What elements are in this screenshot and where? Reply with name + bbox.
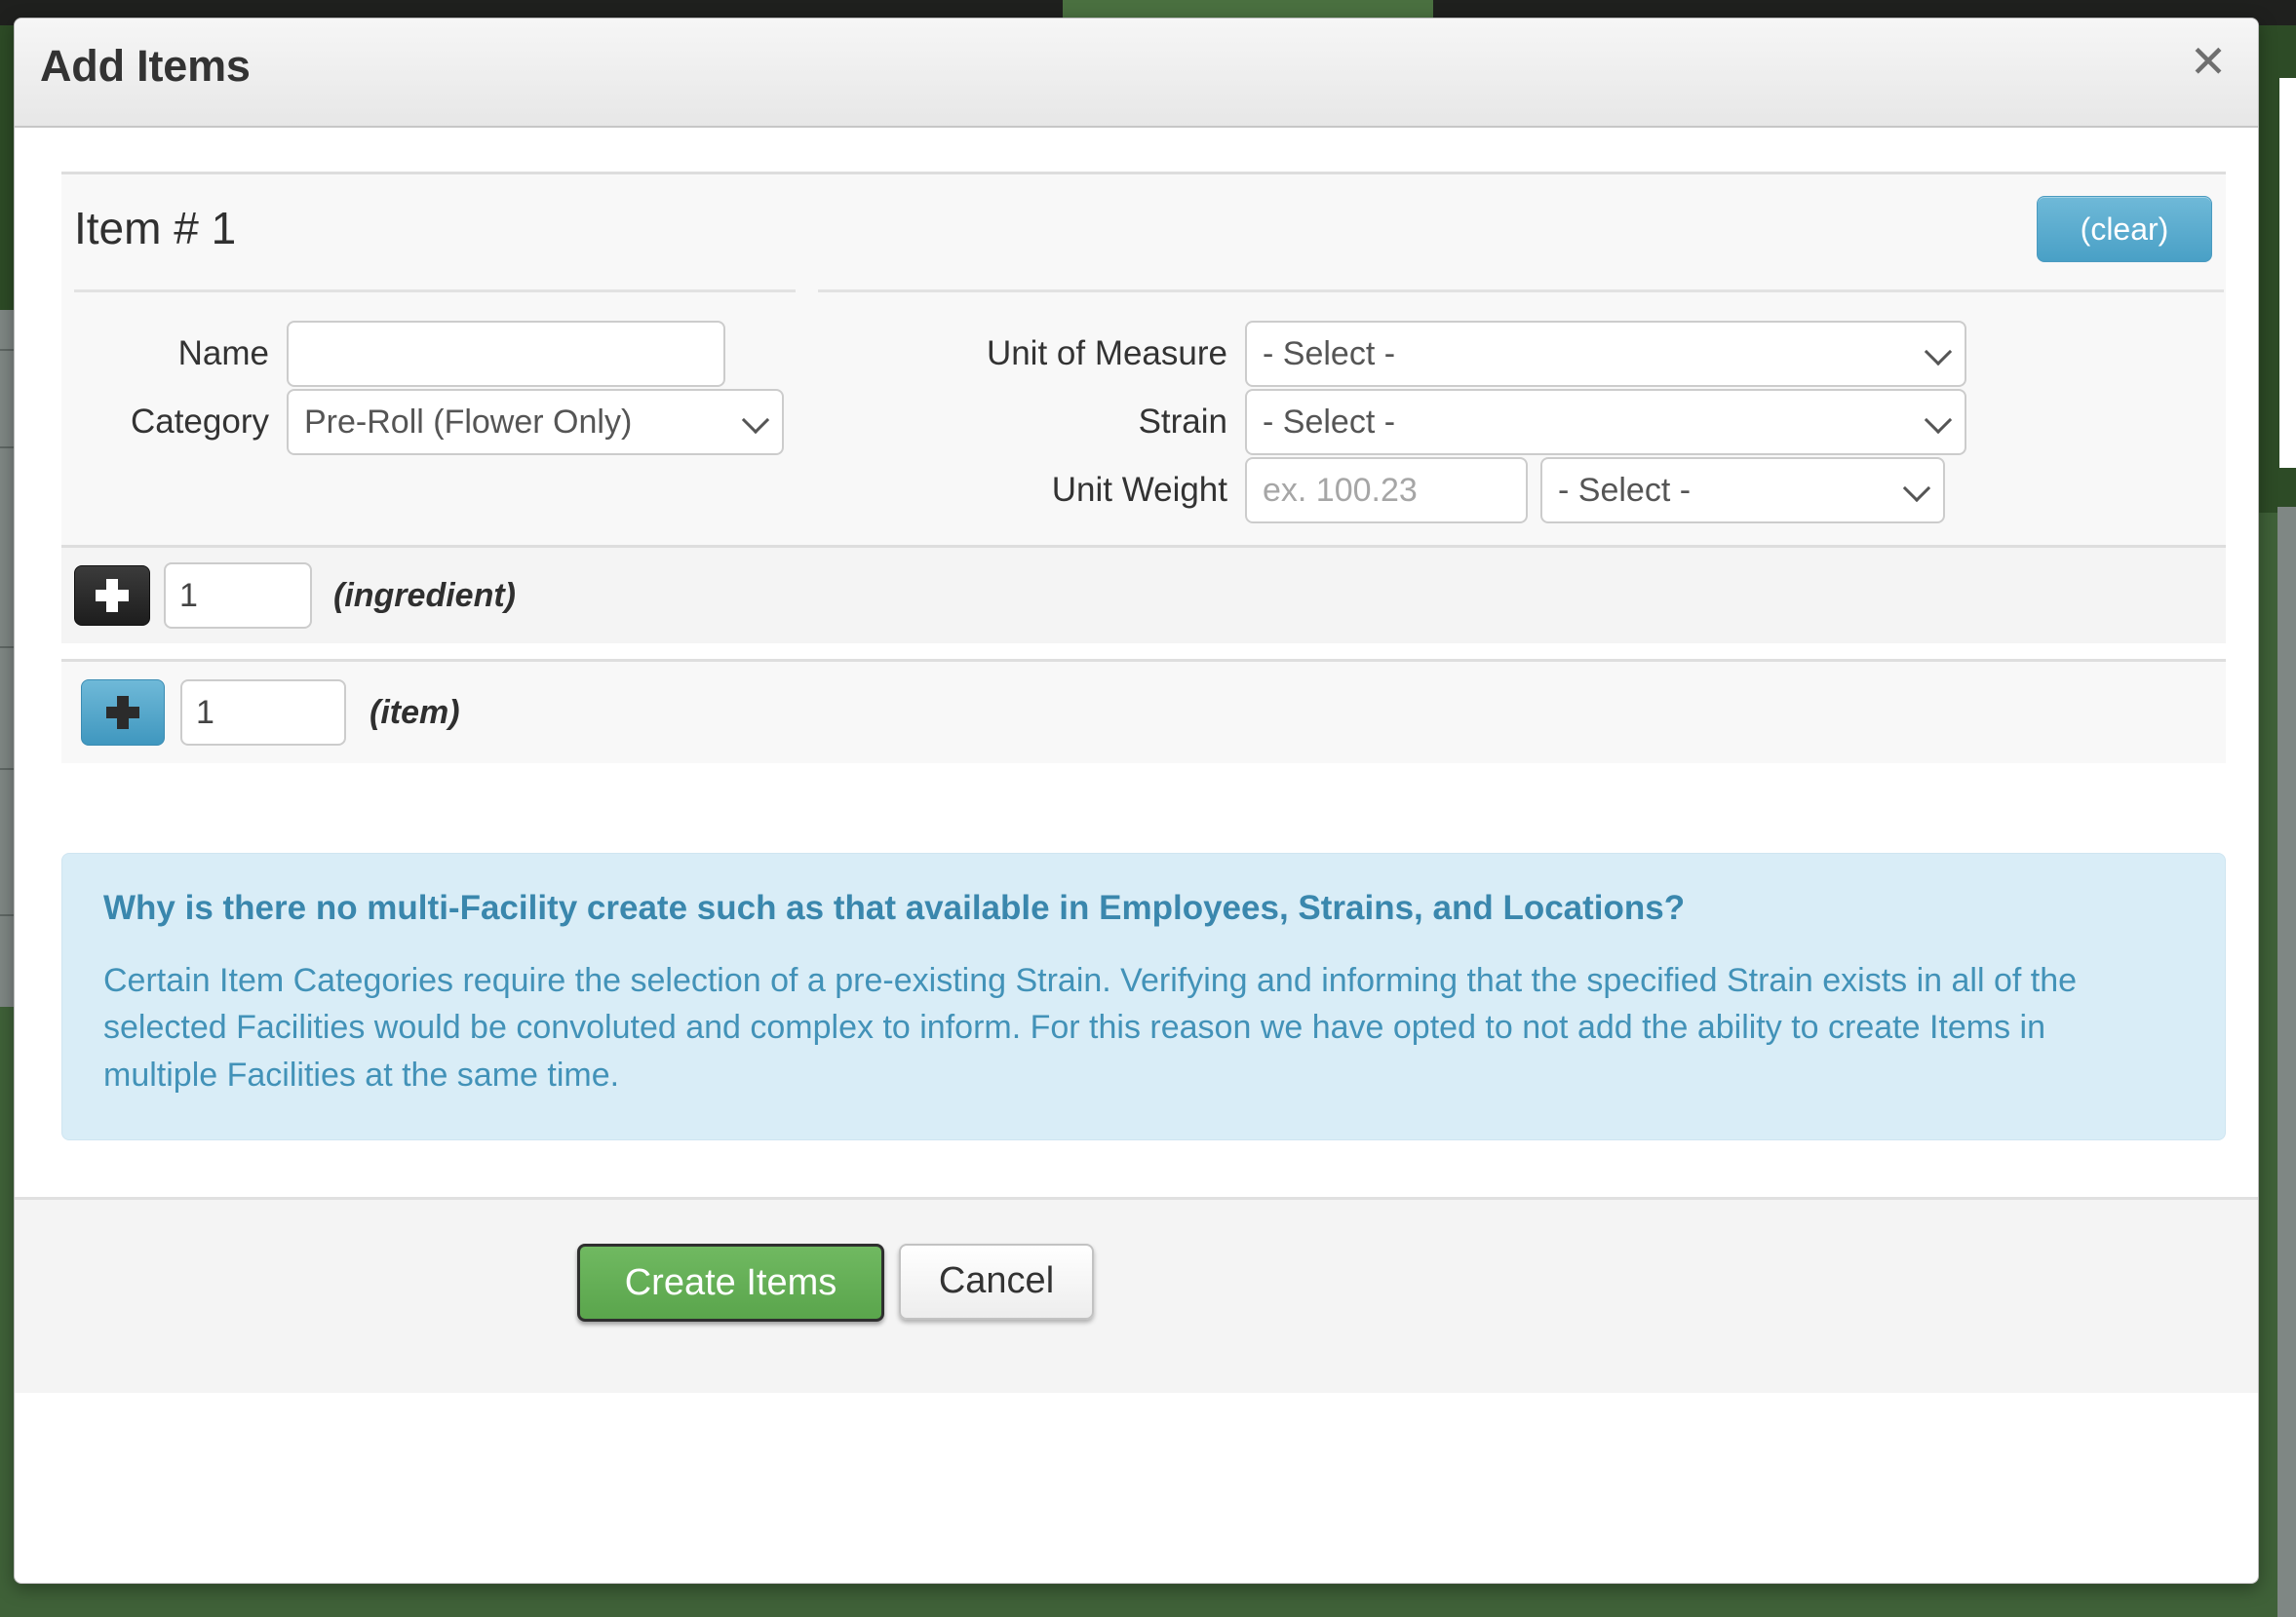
ingredient-caption: (ingredient) [333, 576, 516, 614]
field-category: Category Pre-Roll (Flower Only) [74, 388, 784, 456]
column-gap [796, 289, 818, 545]
info-alert-title: Why is there no multi-Facility create su… [103, 889, 1686, 927]
add-items-dialog: Add Items ✕ Item # 1 (clear) Name Catego… [14, 18, 2259, 1584]
ingredient-quantity-input[interactable]: 1 [164, 562, 312, 629]
unit-of-measure-label: Unit of Measure [986, 334, 1227, 372]
category-select-value: Pre-Roll (Flower Only) [304, 404, 633, 441]
field-unit-of-measure: Unit of Measure - Select - [818, 320, 1966, 388]
category-select[interactable]: Pre-Roll (Flower Only) [287, 389, 784, 455]
field-name: Name [74, 320, 725, 388]
close-icon[interactable]: ✕ [2186, 39, 2231, 85]
chevron-down-icon [1927, 408, 1949, 430]
unit-of-measure-select-value: - Select - [1263, 335, 1396, 372]
add-ingredient-button[interactable] [74, 565, 150, 626]
strain-select-value: - Select - [1263, 404, 1396, 441]
field-strain: Strain - Select - [818, 388, 1966, 456]
unit-weight-input[interactable]: ex. 100.23 [1245, 457, 1528, 523]
chevron-down-icon [745, 408, 766, 430]
item-card-header: Item # 1 (clear) [61, 174, 2226, 289]
field-unit-weight: Unit Weight ex. 100.23 - Select - [818, 456, 1945, 524]
name-input[interactable] [287, 321, 725, 387]
unit-weight-label: Unit Weight [1051, 471, 1227, 509]
add-item-button[interactable] [81, 679, 165, 746]
cancel-button[interactable]: Cancel [899, 1243, 1094, 1320]
background-right-panel-top [2279, 78, 2296, 468]
item-heading: Item # 1 [74, 203, 237, 253]
item-fields: Name Category Pre-Roll (Flower Only) Uni… [61, 289, 2226, 545]
unit-of-measure-select[interactable]: - Select - [1245, 321, 1966, 387]
plus-icon [106, 696, 139, 729]
clear-button[interactable]: (clear) [2037, 196, 2212, 262]
category-label: Category [130, 403, 269, 441]
item-fields-left-column: Name Category Pre-Roll (Flower Only) [74, 289, 796, 545]
add-ingredient-row: 1 (ingredient) [61, 545, 2226, 643]
item-fields-right-column: Unit of Measure - Select - Strain - Sele… [818, 289, 2224, 545]
plus-icon [96, 579, 129, 612]
dialog-title: Add Items [40, 41, 251, 91]
chevron-down-icon [1906, 477, 1927, 498]
strain-label: Strain [1138, 403, 1227, 441]
info-alert-body: Certain Item Categories require the sele… [103, 962, 2078, 1094]
background-right-panel [2277, 507, 2296, 1617]
item-card: Item # 1 (clear) Name Category Pre-Roll … [61, 172, 2226, 545]
unit-weight-unit-select[interactable]: - Select - [1540, 457, 1945, 523]
dialog-bottom-spacer [15, 1392, 2258, 1498]
name-label: Name [177, 334, 269, 372]
dialog-body: Item # 1 (clear) Name Category Pre-Roll … [15, 172, 2258, 1498]
strain-select[interactable]: - Select - [1245, 389, 1966, 455]
item-quantity-input[interactable]: 1 [180, 679, 346, 746]
dialog-footer: Create Items Cancel [15, 1196, 2258, 1393]
unit-weight-unit-select-value: - Select - [1558, 472, 1692, 509]
chevron-down-icon [1927, 340, 1949, 362]
create-items-button[interactable]: Create Items [577, 1243, 884, 1322]
add-item-row: 1 (item) [61, 659, 2226, 763]
info-alert: Why is there no multi-Facility create su… [61, 853, 2226, 1140]
item-caption: (item) [370, 693, 460, 731]
dialog-header: Add Items ✕ [15, 19, 2258, 128]
